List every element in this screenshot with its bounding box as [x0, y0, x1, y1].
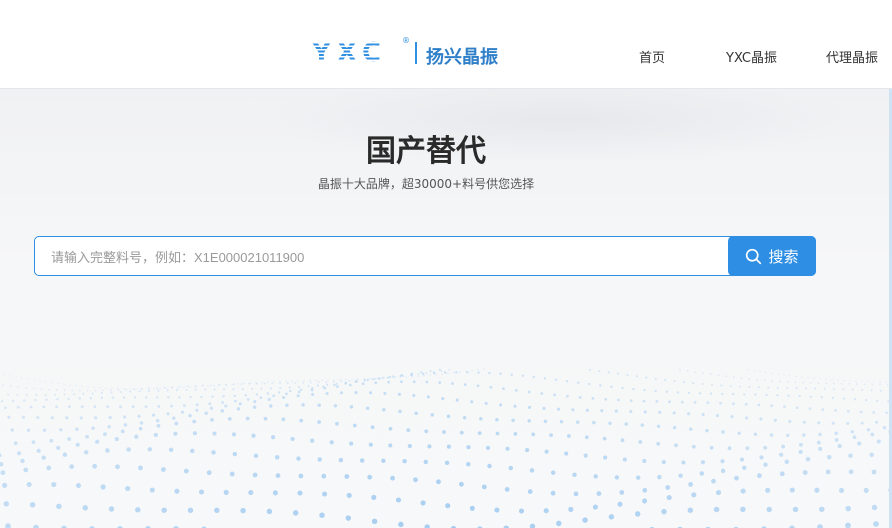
main-nav: 首页 YXC晶振 代理晶振	[0, 47, 892, 67]
search-button-label: 搜索	[768, 247, 799, 266]
search-button[interactable]: 搜索	[728, 236, 816, 276]
nav-item-yxc-crystal[interactable]: YXC晶振	[726, 47, 777, 66]
search-bar: 搜索	[34, 236, 816, 277]
site-header: YXC ® 扬兴晶振 首页 YXC晶振 代理晶振	[0, 0, 892, 89]
search-icon	[746, 248, 762, 264]
nav-item-agent-crystal[interactable]: 代理晶振	[826, 47, 878, 66]
search-input[interactable]	[49, 237, 733, 277]
page-title: 国产替代	[366, 134, 486, 169]
page-subtitle: 晶振十大品牌，超30000+料号供您选择	[317, 177, 535, 191]
registered-mark: ®	[402, 36, 410, 45]
nav-item-home[interactable]: 首页	[639, 47, 665, 66]
